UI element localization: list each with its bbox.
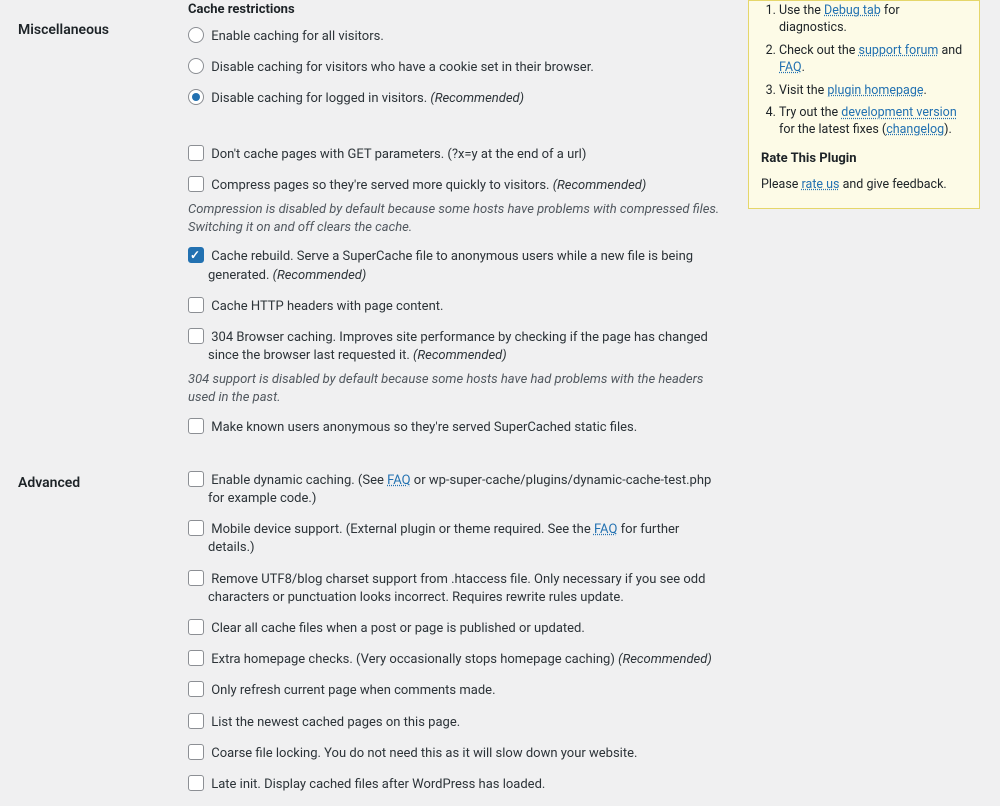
chk-rebuild-rec: (Recommended)	[273, 268, 367, 283]
help-dev-mid: for the latest fixes (	[779, 122, 886, 137]
help-homepage-post: .	[923, 83, 926, 98]
chk-mobile-label[interactable]: Mobile device support. (External plugin …	[188, 520, 720, 557]
chk-coarse-lock[interactable]	[188, 744, 204, 760]
plugin-homepage-link[interactable]: plugin homepage	[827, 83, 923, 98]
radio-disable-cookie[interactable]	[188, 58, 204, 74]
faq-link[interactable]: FAQ	[779, 60, 802, 75]
development-version-link[interactable]: development version	[841, 105, 956, 120]
chk-extra-home[interactable]	[188, 650, 204, 666]
chk-304[interactable]	[188, 328, 204, 344]
rate-pre: Please	[761, 177, 802, 192]
help-dev-post: ).	[944, 122, 952, 137]
chk-late-init-label[interactable]: Late init. Display cached files after Wo…	[188, 775, 720, 794]
chk-dynamic[interactable]	[188, 471, 204, 487]
chk-compress-rec: (Recommended)	[553, 178, 647, 193]
rate-heading: Rate This Plugin	[761, 151, 967, 166]
chk-compress[interactable]	[188, 176, 204, 192]
radio-disable-loggedin[interactable]	[188, 89, 204, 105]
chk-coarse-lock-text: Coarse file locking. You do not need thi…	[211, 746, 637, 761]
chk-compress-label[interactable]: Compress pages so they're served more qu…	[188, 176, 720, 195]
help-item-support: Check out the support forum and FAQ.	[779, 43, 967, 77]
chk-anon-label[interactable]: Make known users anonymous so they're se…	[188, 418, 720, 437]
chk-mobile-pre: Mobile device support. (External plugin …	[211, 522, 594, 537]
chk-list-newest[interactable]	[188, 713, 204, 729]
chk-dynamic-label[interactable]: Enable dynamic caching. (See FAQ or wp-s…	[188, 471, 720, 508]
help-sidebar: Use the Debug tab for diagnostics. Check…	[748, 0, 980, 209]
chk-list-newest-label[interactable]: List the newest cached pages on this pag…	[188, 713, 720, 732]
chk-clear-publish[interactable]	[188, 619, 204, 635]
chk-anon[interactable]	[188, 418, 204, 434]
chk-rebuild-label[interactable]: Cache rebuild. Serve a SuperCache file t…	[188, 247, 720, 284]
radio-disable-loggedin-label[interactable]: Disable caching for logged in visitors. …	[188, 89, 720, 108]
radio-disable-cookie-text: Disable caching for visitors who have a …	[211, 60, 594, 75]
chk-get-params-text: Don't cache pages with GET parameters. (…	[211, 147, 586, 162]
compress-note: Compression is disabled by default becau…	[188, 201, 720, 237]
help-support-post: .	[802, 60, 805, 75]
help-item-homepage: Visit the plugin homepage.	[779, 83, 967, 100]
chk-http-headers-label[interactable]: Cache HTTP headers with page content.	[188, 297, 720, 316]
help-support-pre: Check out the	[779, 43, 859, 58]
help-item-debug: Use the Debug tab for diagnostics.	[779, 3, 967, 37]
dynamic-faq-link[interactable]: FAQ	[387, 473, 410, 488]
chk-refresh-comment[interactable]	[188, 681, 204, 697]
section-label-advanced: Advanced	[0, 471, 188, 806]
mobile-faq-link[interactable]: FAQ	[594, 522, 617, 537]
radio-disable-loggedin-text: Disable caching for logged in visitors.	[211, 91, 427, 106]
chk-clear-publish-text: Clear all cache files when a post or pag…	[211, 621, 585, 636]
section-label-misc: Miscellaneous	[0, 0, 188, 449]
radio-disable-cookie-label[interactable]: Disable caching for visitors who have a …	[188, 58, 720, 77]
radio-enable-all-text: Enable caching for all visitors.	[211, 29, 384, 44]
support-forum-link[interactable]: support forum	[859, 43, 939, 58]
chk-refresh-comment-label[interactable]: Only refresh current page when comments …	[188, 681, 720, 700]
chk-extra-home-label[interactable]: Extra homepage checks. (Very occasionall…	[188, 650, 720, 669]
chk-anon-text: Make known users anonymous so they're se…	[211, 420, 637, 435]
chk-list-newest-text: List the newest cached pages on this pag…	[211, 715, 460, 730]
rate-text: Please rate us and give feedback.	[761, 176, 967, 194]
chk-refresh-comment-text: Only refresh current page when comments …	[211, 683, 495, 698]
help-debug-pre: Use the	[779, 3, 824, 18]
help-dev-pre: Try out the	[779, 105, 841, 120]
help-homepage-pre: Visit the	[779, 83, 827, 98]
help-list: Use the Debug tab for diagnostics. Check…	[761, 3, 967, 139]
chk-get-params[interactable]	[188, 145, 204, 161]
radio-enable-all[interactable]	[188, 27, 204, 43]
cache-restrictions-legend: Cache restrictions	[188, 0, 720, 17]
chk-mobile[interactable]	[188, 520, 204, 536]
chk-get-params-label[interactable]: Don't cache pages with GET parameters. (…	[188, 145, 720, 164]
chk-utf8[interactable]	[188, 570, 204, 586]
chk-dynamic-pre: Enable dynamic caching. (See	[211, 473, 387, 488]
chk-late-init[interactable]	[188, 775, 204, 791]
chk-coarse-lock-label[interactable]: Coarse file locking. You do not need thi…	[188, 744, 720, 763]
chk-utf8-label[interactable]: Remove UTF8/blog charset support from .h…	[188, 570, 720, 607]
chk-304-label[interactable]: 304 Browser caching. Improves site perfo…	[188, 328, 720, 365]
chk-http-headers[interactable]	[188, 297, 204, 313]
chk-http-headers-text: Cache HTTP headers with page content.	[211, 299, 443, 314]
chk-rebuild[interactable]	[188, 247, 204, 263]
changelog-link[interactable]: changelog	[886, 122, 944, 137]
chk-304-rec: (Recommended)	[413, 348, 507, 363]
chk-compress-text: Compress pages so they're served more qu…	[211, 178, 549, 193]
chk-late-init-text: Late init. Display cached files after Wo…	[211, 777, 545, 792]
chk-extra-home-text: Extra homepage checks. (Very occasionall…	[211, 652, 615, 667]
help-item-dev: Try out the development version for the …	[779, 105, 967, 139]
help-support-mid: and	[938, 43, 962, 58]
chk-utf8-text: Remove UTF8/blog charset support from .h…	[208, 572, 705, 605]
rate-us-link[interactable]: rate us	[802, 177, 840, 192]
radio-disable-loggedin-rec: (Recommended)	[430, 91, 524, 106]
radio-enable-all-label[interactable]: Enable caching for all visitors.	[188, 27, 720, 46]
debug-tab-link[interactable]: Debug tab	[824, 3, 881, 18]
chk-extra-home-rec: (Recommended)	[618, 652, 712, 667]
rate-post: and give feedback.	[840, 177, 947, 192]
browser-cache-note: 304 support is disabled by default becau…	[188, 371, 720, 407]
